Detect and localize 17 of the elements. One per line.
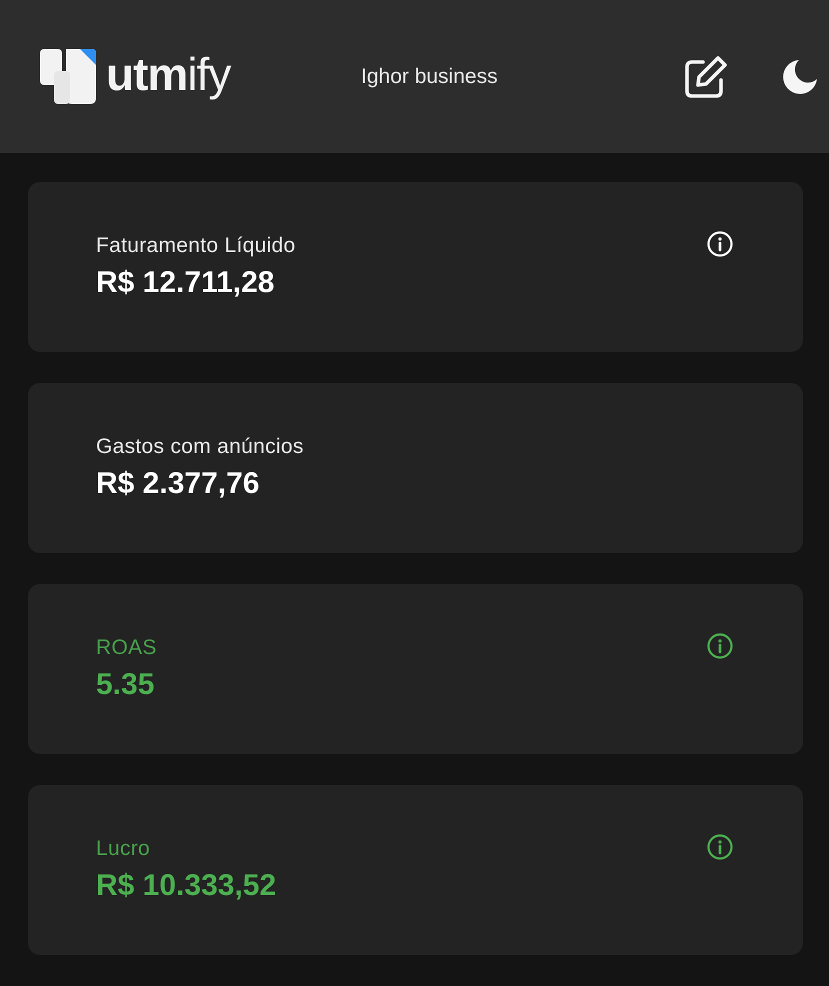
account-name: Ighor business	[361, 64, 498, 90]
edit-button[interactable]	[684, 54, 728, 98]
moon-icon	[782, 58, 818, 94]
logo-icon	[40, 49, 96, 104]
metric-value: R$ 2.377,76	[96, 466, 260, 502]
edit-icon	[684, 54, 728, 98]
metric-value: R$ 12.711,28	[96, 265, 276, 301]
metric-value: R$ 10.333,52	[96, 868, 278, 904]
logo-wordmark: utmify	[106, 50, 230, 102]
info-icon[interactable]	[707, 633, 733, 659]
theme-toggle-button[interactable]	[782, 58, 818, 94]
metric-label: ROAS	[96, 635, 158, 661]
metric-label: Gastos com anúncios	[96, 434, 305, 460]
metric-label: Faturamento Líquido	[96, 233, 296, 259]
metric-label: Lucro	[96, 836, 152, 862]
metric-value: 5.35	[96, 667, 156, 703]
info-icon[interactable]	[707, 834, 733, 860]
